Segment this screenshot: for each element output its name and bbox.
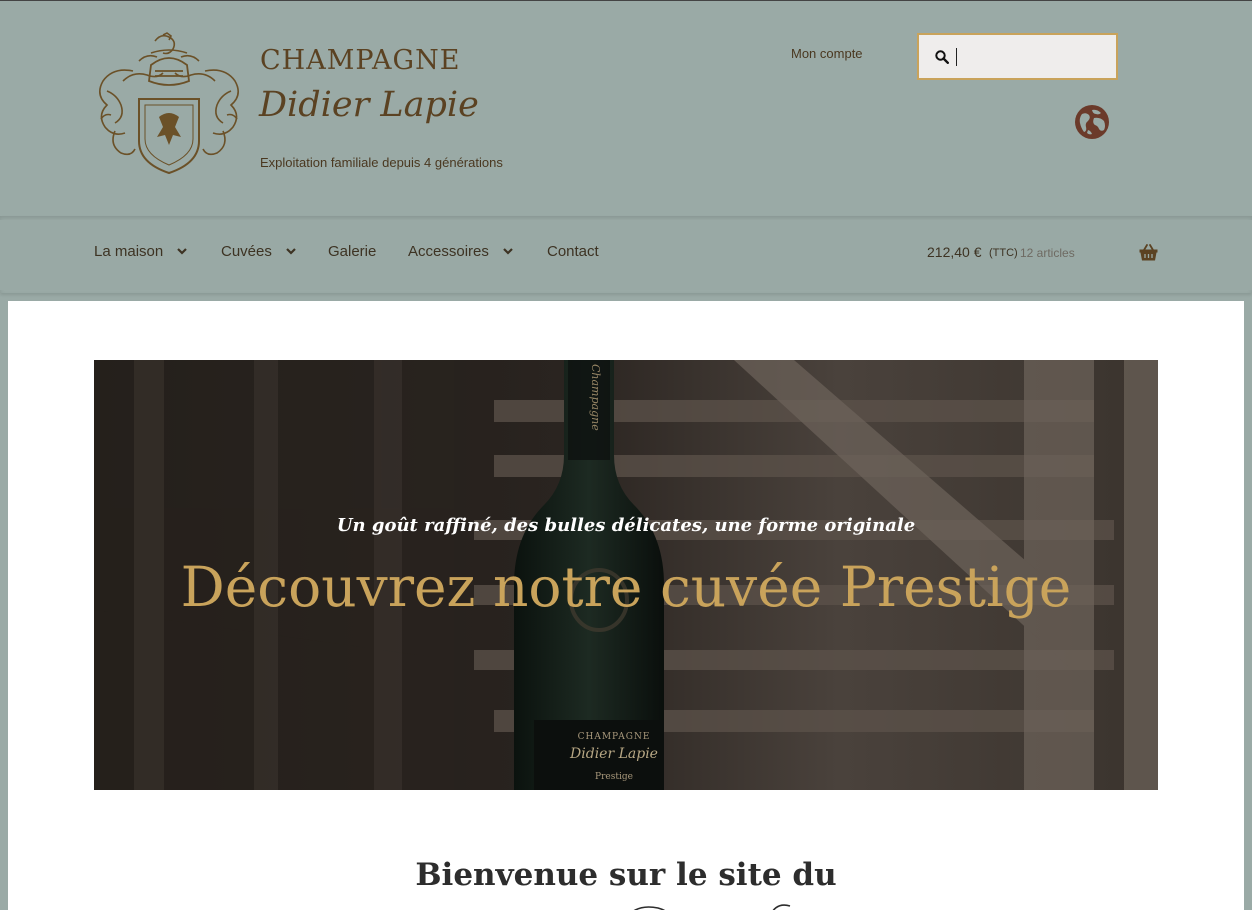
nav-label: Cuvées xyxy=(221,243,272,260)
account-link[interactable]: Mon compte xyxy=(791,46,863,61)
bottle-label-name: Didier Lapie xyxy=(570,746,658,762)
nav-label: Accessoires xyxy=(408,243,489,260)
cart-item-count[interactable]: 12 articles xyxy=(1020,246,1075,260)
nav-item-la-maison[interactable]: La maison xyxy=(94,243,187,260)
bottle-label-cuvee: Prestige xyxy=(595,772,633,782)
brand-tagline: Exploitation familiale depuis 4 générati… xyxy=(260,155,503,170)
nav-item-cuvees[interactable]: Cuvées xyxy=(221,243,296,260)
chevron-down-icon xyxy=(286,248,296,255)
bottle-label-champagne: CHAMPAGNE xyxy=(577,732,651,742)
text-cursor xyxy=(956,48,957,66)
hero-title[interactable]: Découvrez notre cuvée Prestige xyxy=(94,555,1158,619)
nav-item-contact[interactable]: Contact xyxy=(547,243,599,260)
cart-total[interactable]: 212,40 € xyxy=(927,244,982,260)
nav-label: Galerie xyxy=(328,243,377,260)
nav-item-galerie[interactable]: Galerie xyxy=(328,243,376,260)
site-header: CHAMPAGNE Didier Lapie Exploitation fami… xyxy=(0,1,1252,216)
brand-title[interactable]: CHAMPAGNE xyxy=(260,45,460,76)
welcome-heading: Bienvenue sur le site du xyxy=(415,857,837,893)
welcome-script-flourish xyxy=(633,904,791,910)
coat-of-arms-logo[interactable] xyxy=(93,31,245,184)
nav-item-accessoires[interactable]: Accessoires xyxy=(408,243,513,260)
neck-label: Champagne xyxy=(589,364,602,431)
search-icon xyxy=(935,50,949,64)
chevron-down-icon xyxy=(503,248,513,255)
brand-name[interactable]: Didier Lapie xyxy=(259,85,479,125)
hero-subtitle: Un goût raffiné, des bulles délicates, u… xyxy=(336,515,916,536)
search-box[interactable] xyxy=(917,33,1118,80)
chevron-down-icon xyxy=(177,248,187,255)
nav-label: Contact xyxy=(547,243,599,260)
hero-banner[interactable]: Champagne CHAMPAGNE Didier Lapie Prestig… xyxy=(94,360,1158,790)
nav-label: La maison xyxy=(94,243,164,260)
cart-tax-label: (TTC) xyxy=(989,247,1018,259)
basket-icon[interactable] xyxy=(1139,244,1158,261)
globe-icon[interactable] xyxy=(1074,104,1110,140)
search-input[interactable] xyxy=(963,45,1103,69)
